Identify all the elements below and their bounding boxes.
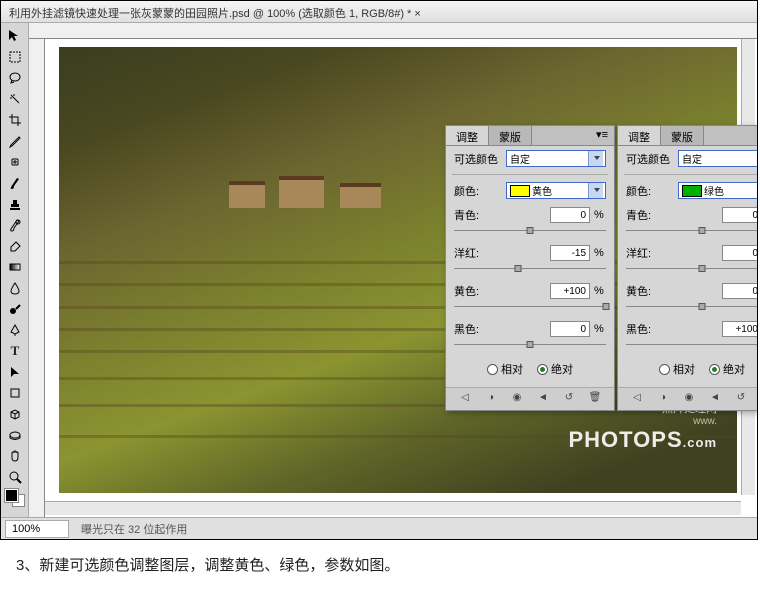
color-swatches[interactable] — [5, 489, 25, 507]
adjustments-panel-1: 调整 蒙版 ▾≡ 可选颜色 自定 颜色: 黄色 青色:% 洋红:% 黄色:% 黑色:%… — [445, 125, 615, 411]
radio-absolute[interactable]: 绝对 — [709, 361, 745, 377]
radio-absolute[interactable]: 绝对 — [537, 361, 573, 377]
document-title-bar: 利用外挂滤镜快速处理一张灰蒙蒙的田园照片.psd @ 100% (选取颜色 1,… — [1, 1, 757, 23]
percent-label: % — [594, 285, 606, 297]
slider-track[interactable] — [626, 303, 757, 311]
back-icon[interactable]: ◁ — [630, 392, 644, 406]
slider-value-input[interactable] — [722, 321, 757, 337]
hand-tool[interactable] — [3, 445, 27, 466]
heal-tool[interactable] — [3, 151, 27, 172]
eraser-tool[interactable] — [3, 235, 27, 256]
panel-menu-icon[interactable]: ▾≡ — [590, 126, 614, 145]
scrollbar-horizontal[interactable] — [45, 501, 741, 515]
back-icon[interactable]: ◁ — [458, 392, 472, 406]
color-label: 颜色: — [454, 183, 502, 199]
tools-toolbar: T — [1, 23, 29, 517]
gradient-tool[interactable] — [3, 256, 27, 277]
adjustment-type-label: 可选颜色 — [626, 151, 674, 167]
panel-footer: ◁ ◑ ◉ ◄ ↺ 🗑 — [446, 387, 614, 410]
slider-track[interactable] — [626, 265, 757, 273]
color-select[interactable]: 绿色 — [678, 182, 757, 199]
slider-label: 黑色: — [454, 321, 502, 337]
tab-masks[interactable]: 蒙版 — [661, 126, 704, 145]
prev-icon[interactable]: ◄ — [708, 392, 722, 406]
marquee-tool[interactable] — [3, 46, 27, 67]
trash-icon[interactable]: 🗑 — [588, 392, 602, 406]
history-brush-tool[interactable] — [3, 214, 27, 235]
slider-label: 洋红: — [626, 245, 674, 261]
blur-tool[interactable] — [3, 277, 27, 298]
tutorial-caption: 3、新建可选颜色调整图层，调整黄色、绿色，参数如图。 — [0, 540, 760, 589]
reset-icon[interactable]: ↺ — [562, 392, 576, 406]
slider-value-input[interactable] — [550, 283, 590, 299]
zoom-tool[interactable] — [3, 466, 27, 487]
eyedropper-tool[interactable] — [3, 130, 27, 151]
slider-track[interactable] — [626, 341, 757, 349]
color-label: 颜色: — [626, 183, 674, 199]
color-swatch — [510, 185, 530, 197]
canvas-area: 照片处理网 www. PHOTOPS.com 调整 蒙版 ▾≡ 可选颜色 自定 — [29, 23, 757, 517]
slider-value-input[interactable] — [722, 283, 757, 299]
path-select-tool[interactable] — [3, 361, 27, 382]
slider-track[interactable] — [454, 341, 606, 349]
dodge-tool[interactable] — [3, 298, 27, 319]
slider-label: 洋红: — [454, 245, 502, 261]
slider-value-input[interactable] — [550, 207, 590, 223]
percent-label: % — [594, 209, 606, 221]
zoom-field[interactable]: 100% — [5, 520, 69, 538]
slider-value-input[interactable] — [550, 245, 590, 261]
slider-label: 黄色: — [454, 283, 502, 299]
reset-icon[interactable]: ↺ — [734, 392, 748, 406]
view-icon[interactable]: ◉ — [510, 392, 524, 406]
radio-relative[interactable]: 相对 — [487, 361, 523, 377]
lasso-tool[interactable] — [3, 67, 27, 88]
camera-tool[interactable] — [3, 424, 27, 445]
stamp-tool[interactable] — [3, 193, 27, 214]
tab-adjustments[interactable]: 调整 — [618, 126, 661, 145]
3d-tool[interactable] — [3, 403, 27, 424]
slider-value-input[interactable] — [722, 245, 757, 261]
ruler-horizontal — [29, 23, 757, 39]
view-icon[interactable]: ◉ — [682, 392, 696, 406]
slider-track[interactable] — [626, 227, 757, 235]
percent-label: % — [594, 323, 606, 335]
slider-value-input[interactable] — [722, 207, 757, 223]
adjustment-type-label: 可选颜色 — [454, 151, 502, 167]
radio-relative[interactable]: 相对 — [659, 361, 695, 377]
clip-icon[interactable]: ◑ — [484, 392, 498, 406]
percent-label: % — [594, 247, 606, 259]
slider-label: 黄色: — [626, 283, 674, 299]
slider-track[interactable] — [454, 227, 606, 235]
type-tool[interactable]: T — [3, 340, 27, 361]
prev-icon[interactable]: ◄ — [536, 392, 550, 406]
tab-adjustments[interactable]: 调整 — [446, 126, 489, 145]
color-swatch — [682, 185, 702, 197]
tab-masks[interactable]: 蒙版 — [489, 126, 532, 145]
preset-select[interactable]: 自定 — [506, 150, 606, 167]
shape-tool[interactable] — [3, 382, 27, 403]
adjustments-panel-2: 调整 蒙版 ▾≡ 可选颜色 自定 颜色: 绿色 青色:%洋红:%黄色:%黑色:%… — [617, 125, 757, 411]
slider-track[interactable] — [454, 303, 606, 311]
slider-label: 黑色: — [626, 321, 674, 337]
slider-track[interactable] — [454, 265, 606, 273]
status-info: 曝光只在 32 位起作用 — [73, 519, 195, 539]
ruler-vertical — [29, 39, 45, 517]
color-select[interactable]: 黄色 — [506, 182, 606, 199]
clip-icon[interactable]: ◑ — [656, 392, 670, 406]
slider-label: 青色: — [626, 207, 674, 223]
slider-label: 青色: — [454, 207, 502, 223]
pen-tool[interactable] — [3, 319, 27, 340]
crop-tool[interactable] — [3, 109, 27, 130]
status-bar: 100% 曝光只在 32 位起作用 — [1, 517, 757, 539]
brush-tool[interactable] — [3, 172, 27, 193]
preset-select[interactable]: 自定 — [678, 150, 757, 167]
move-tool[interactable] — [3, 25, 27, 46]
slider-value-input[interactable] — [550, 321, 590, 337]
panel-footer: ◁ ◑ ◉ ◄ ↺ 🗑 — [618, 387, 757, 410]
wand-tool[interactable] — [3, 88, 27, 109]
